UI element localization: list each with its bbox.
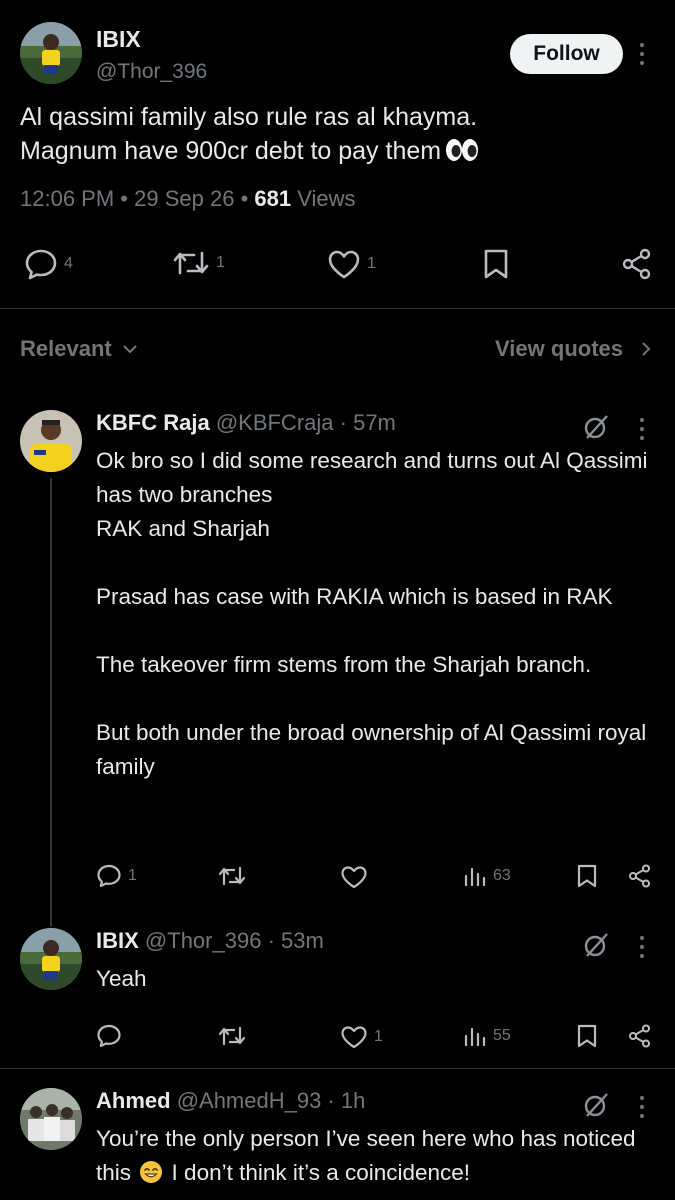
reply-count: 1: [128, 867, 137, 884]
bookmark-icon: [484, 249, 508, 279]
divider: [0, 1068, 675, 1069]
repost-icon: [173, 251, 209, 275]
tweet-text: Al qassimi family also rule ras al khaym…: [20, 100, 660, 171]
views-bar-icon: [464, 1027, 486, 1047]
repost-count: 1: [216, 254, 225, 271]
tweet-text-body: Al qassimi family also rule ras al khaym…: [20, 103, 478, 165]
views-count: 681: [254, 186, 292, 211]
grok-icon[interactable]: [583, 1092, 609, 1118]
heart-icon: [328, 250, 360, 279]
bookmark-button[interactable]: [576, 1024, 598, 1048]
share-icon: [629, 864, 650, 888]
smiling-face-emoji-icon: [139, 1160, 163, 1194]
reply-action-bar: 1 63: [0, 864, 675, 894]
heart-icon: [341, 1026, 367, 1049]
reply-bubble-icon: [97, 1024, 121, 1048]
grok-icon[interactable]: [583, 932, 609, 958]
author-name[interactable]: IBIX: [96, 26, 141, 53]
more-vertical-icon[interactable]: [637, 1096, 647, 1118]
more-vertical-icon[interactable]: [637, 936, 647, 958]
more-vertical-icon[interactable]: [637, 418, 647, 440]
heart-icon: [341, 866, 367, 889]
reply-count: 4: [64, 255, 73, 272]
reply-header: Ahmed @AhmedH_93 · 1h: [96, 1088, 365, 1114]
reply-tweet[interactable]: KBFC Raja @KBFCraja · 57m Ok bro so I di…: [0, 410, 675, 900]
reply-text: Yeah: [96, 966, 147, 991]
reply-header: IBIX @Thor_396 · 53m: [96, 928, 324, 954]
views-button[interactable]: 55: [463, 1025, 511, 1047]
replies-sort-bar: Relevant View quotes: [0, 330, 675, 370]
divider: [0, 308, 675, 309]
reply-button[interactable]: 1: [96, 864, 137, 888]
avatar[interactable]: [20, 1088, 82, 1150]
reply-text-part: I don’t think it’s a coincidence!: [171, 1160, 471, 1185]
chevron-right-icon: [642, 342, 651, 356]
meta-separator: •: [240, 186, 249, 211]
share-button[interactable]: [620, 248, 654, 280]
reply-button[interactable]: 4: [24, 248, 73, 280]
reply-author-name[interactable]: KBFC Raja: [96, 410, 210, 435]
like-button[interactable]: [340, 865, 368, 889]
reply-author-name[interactable]: Ahmed: [96, 1088, 171, 1113]
repost-button[interactable]: [218, 1025, 246, 1047]
reply-action-bar: 1 55: [0, 1024, 675, 1054]
sort-dropdown[interactable]: Relevant: [20, 336, 138, 362]
reply-bubble-icon: [25, 249, 57, 280]
view-quotes-link[interactable]: View quotes: [495, 336, 651, 362]
view-quotes-label: View quotes: [495, 336, 623, 361]
reply-header: KBFC Raja @KBFCraja · 57m: [96, 410, 396, 436]
share-button[interactable]: [627, 1024, 653, 1048]
reply-tweet[interactable]: Ahmed @AhmedH_93 · 1h You’re the only pe…: [0, 1088, 675, 1200]
views-count: 63: [493, 867, 511, 884]
like-count: 1: [374, 1028, 383, 1045]
reply-time[interactable]: · 57m: [340, 410, 396, 435]
avatar[interactable]: [20, 22, 82, 84]
bookmark-button[interactable]: [576, 864, 598, 888]
views-bar-icon: [464, 867, 486, 887]
author-handle[interactable]: @Thor_396: [96, 60, 207, 84]
reply-author-handle[interactable]: @AhmedH_93: [177, 1088, 322, 1113]
reply-author-handle[interactable]: @KBFCraja: [216, 410, 334, 435]
reply-time[interactable]: · 53m: [268, 928, 324, 953]
more-vertical-icon[interactable]: [637, 43, 647, 65]
tweet-action-bar: 4 1 1: [0, 240, 675, 290]
avatar[interactable]: [20, 410, 82, 472]
avatar[interactable]: [20, 928, 82, 990]
tweet-meta: 12:06 PM • 29 Sep 26 • 681 Views: [20, 186, 356, 212]
reply-time[interactable]: · 1h: [327, 1088, 365, 1113]
views-button[interactable]: 63: [463, 865, 511, 887]
chevron-down-icon: [123, 345, 137, 354]
tweet-date[interactable]: 29 Sep 26: [134, 186, 234, 211]
reply-text: Ok bro so I did some research and turns …: [96, 448, 648, 779]
grok-icon[interactable]: [583, 414, 609, 440]
bookmark-icon: [577, 1024, 597, 1048]
reply-text: You’re the only person I’ve seen here wh…: [96, 1122, 656, 1194]
reply-tweet[interactable]: IBIX @Thor_396 · 53m Yeah 1 55: [0, 928, 675, 1058]
repost-button[interactable]: [218, 865, 246, 887]
reply-bubble-icon: [97, 864, 121, 888]
repost-icon: [218, 1026, 246, 1046]
share-icon: [622, 248, 651, 280]
views-label: Views: [297, 186, 356, 211]
like-button[interactable]: 1: [340, 1025, 383, 1049]
bookmark-button[interactable]: [481, 248, 511, 280]
sort-label: Relevant: [20, 336, 112, 361]
share-button[interactable]: [627, 864, 653, 888]
tweet-time[interactable]: 12:06 PM: [20, 186, 114, 211]
meta-separator: •: [120, 186, 128, 211]
like-count: 1: [367, 255, 376, 272]
repost-button[interactable]: 1: [172, 248, 225, 278]
reply-author-handle[interactable]: @Thor_396: [145, 928, 262, 953]
eyes-emoji-icon: [445, 137, 479, 171]
views-count: 55: [493, 1027, 511, 1044]
like-button[interactable]: 1: [327, 249, 376, 279]
reply-button[interactable]: [96, 1024, 122, 1048]
bookmark-icon: [577, 864, 597, 888]
repost-icon: [218, 866, 246, 886]
share-icon: [629, 1024, 650, 1048]
tweet-detail-page: IBIX @Thor_396 Follow Al qassimi family …: [0, 0, 675, 1200]
reply-author-name[interactable]: IBIX: [96, 928, 139, 953]
follow-button[interactable]: Follow: [510, 34, 623, 74]
